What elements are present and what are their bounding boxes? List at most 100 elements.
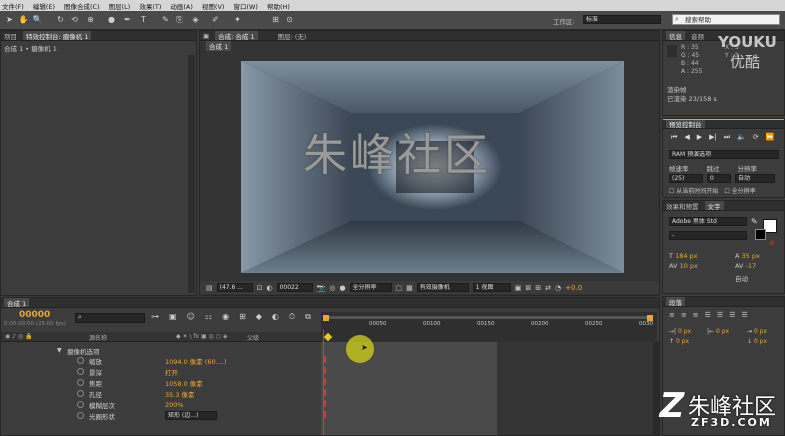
roto-tool-icon[interactable]: ✐: [210, 14, 221, 25]
tab-preview[interactable]: 预览控制台: [666, 120, 705, 128]
live-update-icon[interactable]: ◐: [272, 312, 279, 322]
menu-window[interactable]: 窗口(W): [233, 1, 258, 11]
graph-editor-icon[interactable]: ⊞: [239, 312, 246, 322]
search-help-input[interactable]: 搜索帮助: [672, 14, 780, 25]
font-size-value[interactable]: 184 px: [675, 252, 697, 260]
frame-rate-select[interactable]: (25): [669, 174, 703, 183]
subtab-comp-1[interactable]: 合成 1: [206, 41, 232, 51]
zoom-select[interactable]: (47.6 ...: [216, 283, 253, 292]
stopwatch-icon[interactable]: [77, 401, 84, 408]
tab-project[interactable]: 项目: [4, 31, 17, 41]
world-axis-icon[interactable]: ⊙: [284, 14, 295, 25]
tracking-value[interactable]: -17: [746, 262, 757, 270]
first-line-value[interactable]: 0 px: [754, 328, 767, 335]
brainstorm-icon[interactable]: ◆: [256, 312, 262, 322]
property-value[interactable]: 1094.0 像素 (60....): [165, 356, 226, 366]
resolution-select[interactable]: 全分辨率: [349, 283, 392, 292]
ram-options-select[interactable]: RAM 预演选项: [669, 150, 779, 159]
rotate-tool-icon[interactable]: ↻: [55, 14, 66, 25]
indent-left-value[interactable]: 0 px: [678, 328, 691, 335]
camera-select[interactable]: 有效摄像机: [416, 283, 469, 292]
pen-tool-icon[interactable]: ✒: [122, 14, 133, 25]
exposure-icon[interactable]: ◔: [555, 284, 561, 292]
project-scrollbar[interactable]: [188, 55, 195, 293]
menu-file[interactable]: 文件(F): [2, 1, 24, 11]
workspace-select[interactable]: 标准: [583, 15, 661, 24]
stopwatch-icon[interactable]: [77, 368, 84, 375]
keyframe-marker[interactable]: [323, 356, 326, 363]
timeline-icon[interactable]: ⊞: [535, 284, 541, 292]
motion-blur-icon[interactable]: ◉: [222, 312, 229, 322]
property-row-focus-distance[interactable]: 焦距 1058.0 像素: [1, 377, 321, 388]
current-time-field[interactable]: 00022: [276, 283, 313, 292]
property-value[interactable]: 200%: [165, 401, 184, 409]
auto-leading[interactable]: 自动: [735, 273, 748, 283]
leading-value[interactable]: 35 px: [742, 252, 760, 260]
kerning-value[interactable]: 10 px: [680, 262, 698, 270]
channel-icon[interactable]: ●: [339, 284, 345, 292]
tab-timeline-comp[interactable]: 合成 1: [4, 298, 30, 307]
first-frame-icon[interactable]: ⏮: [671, 133, 677, 142]
iris-shape-select[interactable]: 矩形 (边...): [165, 411, 217, 420]
mute-icon[interactable]: 🔈: [737, 133, 746, 142]
align-right-icon[interactable]: ≡: [693, 311, 699, 319]
resolution-preview-select[interactable]: 自动: [735, 174, 775, 183]
selection-tool-icon[interactable]: ➤: [4, 14, 15, 25]
toggle-pixel-icon[interactable]: ▣: [515, 284, 522, 292]
stopwatch-icon[interactable]: [77, 379, 84, 386]
keyframe-marker[interactable]: [323, 378, 326, 385]
mask-tool-icon[interactable]: ●: [106, 14, 117, 25]
menu-effect[interactable]: 效果(T): [139, 1, 161, 11]
work-area-bar[interactable]: [323, 316, 653, 319]
no-stroke-icon[interactable]: ⊘: [769, 239, 775, 247]
tab-audio[interactable]: 音频: [691, 31, 704, 41]
tab-effects-presets[interactable]: 效果和预置: [666, 201, 699, 211]
property-row-zoom[interactable]: 缩放 1094.0 像素 (60....): [1, 355, 321, 366]
composition-viewer[interactable]: 朱峰社区: [241, 61, 624, 273]
comp-mini-flowchart-icon[interactable]: ⊶: [151, 312, 159, 322]
keyframe-marker[interactable]: [323, 389, 326, 396]
align-center-icon[interactable]: ≡: [681, 311, 687, 319]
space-after-value[interactable]: 0 px: [754, 338, 767, 345]
show-snapshot-icon[interactable]: ◎: [329, 284, 335, 292]
eyedropper-icon[interactable]: ✎: [751, 217, 758, 226]
mask-visibility-icon[interactable]: ◐: [267, 284, 273, 292]
tab-effect-controls[interactable]: 特效控制台: 摄像机 1: [23, 31, 92, 40]
eraser-tool-icon[interactable]: ◈: [190, 14, 201, 25]
menu-layer[interactable]: 图层(L): [109, 1, 131, 11]
menu-animation[interactable]: 动画(A): [170, 1, 193, 11]
property-value[interactable]: 1058.0 像素: [165, 378, 203, 388]
views-select[interactable]: 1 视图: [472, 283, 511, 292]
text-tool-icon[interactable]: T: [138, 14, 149, 25]
tab-composition[interactable]: 合成: 合成 1: [215, 31, 258, 40]
from-current-checkbox[interactable]: ☐ 从当前时间开始: [669, 186, 718, 195]
zoom-tool-icon[interactable]: 🔍: [32, 14, 43, 25]
last-frame-icon[interactable]: ⏭: [724, 133, 730, 142]
skip-field[interactable]: 0: [707, 174, 731, 183]
current-time-indicator[interactable]: [323, 332, 333, 342]
stroke-color-swatch[interactable]: [755, 229, 766, 240]
hide-shy-icon[interactable]: ☺: [187, 312, 195, 322]
timeline-timecode[interactable]: 00000: [19, 310, 50, 320]
hand-tool-icon[interactable]: ✋: [18, 14, 29, 25]
draft-3d-icon[interactable]: ▣: [169, 312, 177, 322]
stopwatch-icon[interactable]: [77, 412, 84, 419]
stopwatch-icon[interactable]: [77, 390, 84, 397]
property-row-blur-level[interactable]: 模糊层次 200%: [1, 399, 321, 410]
property-row-iris-shape[interactable]: 光圈形状 矩形 (边...): [1, 410, 321, 421]
property-row-dof[interactable]: 景深 打开: [1, 366, 321, 377]
play-icon[interactable]: ▶: [697, 133, 702, 142]
puppet-tool-icon[interactable]: ✦: [232, 14, 243, 25]
tab-info[interactable]: 信息: [666, 31, 685, 40]
ram-preview-icon[interactable]: ⏩: [766, 133, 775, 142]
justify-left-icon[interactable]: ☰: [705, 311, 711, 319]
keyframe-marker[interactable]: [323, 367, 326, 374]
flowchart-icon[interactable]: ⇄: [545, 284, 551, 292]
menu-help[interactable]: 帮助(H): [267, 1, 290, 11]
menu-composition[interactable]: 图像合成(C): [64, 1, 100, 11]
axis-mode-icon[interactable]: ⊞: [270, 14, 281, 25]
pan-behind-tool-icon[interactable]: ⊕: [85, 14, 96, 25]
roi-icon[interactable]: ▢: [396, 284, 403, 292]
keyframe-marker[interactable]: [323, 411, 326, 418]
clone-tool-icon[interactable]: ⎘: [174, 14, 185, 25]
